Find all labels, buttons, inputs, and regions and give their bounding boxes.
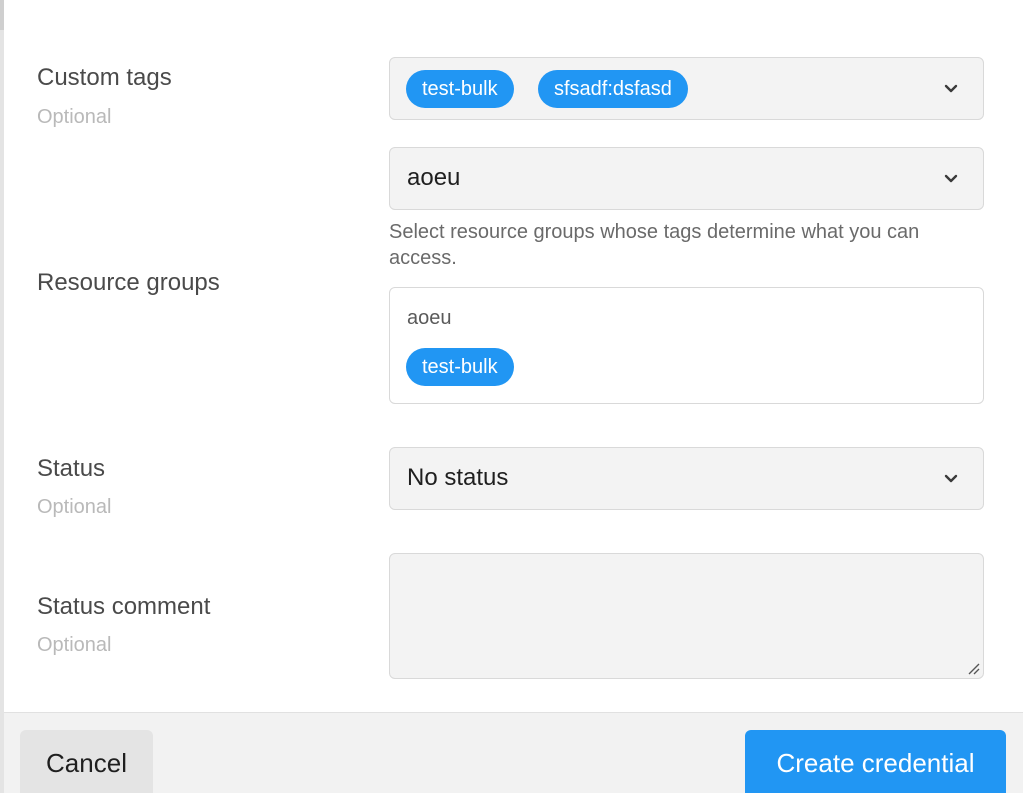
cancel-button[interactable]: Cancel	[20, 730, 153, 793]
status-comment-label: Status comment	[37, 593, 211, 620]
resource-groups-help: Select resource groups whose tags determ…	[389, 221, 920, 269]
status-comment-optional: Optional	[37, 634, 112, 656]
status-comment-textarea[interactable]	[389, 553, 984, 679]
left-border-mark	[0, 0, 4, 30]
custom-tags-label: Custom tags	[37, 64, 172, 91]
custom-tags-select[interactable]: test-bulk sfsadf:dsfasd	[389, 57, 984, 120]
resource-groups-select[interactable]: aoeu	[389, 147, 984, 210]
chevron-down-icon[interactable]	[943, 83, 959, 95]
custom-tags-optional: Optional	[37, 106, 112, 128]
chevron-down-icon[interactable]	[943, 173, 959, 185]
status-label: Status	[37, 455, 106, 482]
create-credential-button[interactable]: Create credential	[745, 730, 1006, 793]
form-footer: Cancel Create credential	[4, 712, 1023, 793]
resize-grip-icon[interactable]	[966, 661, 980, 675]
resource-group-preview: aoeu test-bulk	[389, 287, 984, 404]
create-credential-form: Custom tags Optional test-bulk sfsadf:ds…	[0, 0, 1023, 793]
resource-groups-label: Resource groups	[37, 269, 220, 296]
chevron-down-icon[interactable]	[943, 473, 959, 485]
left-border	[0, 0, 4, 793]
resource-groups-selected-value: aoeu	[407, 164, 461, 191]
status-optional: Optional	[37, 496, 112, 518]
tag-chip[interactable]: test-bulk	[406, 70, 514, 108]
status-selected-value: No status	[407, 464, 509, 491]
resource-group-tag-chip: test-bulk	[406, 348, 514, 386]
status-select[interactable]: No status	[389, 447, 984, 510]
resource-group-name: aoeu	[407, 307, 452, 329]
tag-chip[interactable]: sfsadf:dsfasd	[538, 70, 688, 108]
